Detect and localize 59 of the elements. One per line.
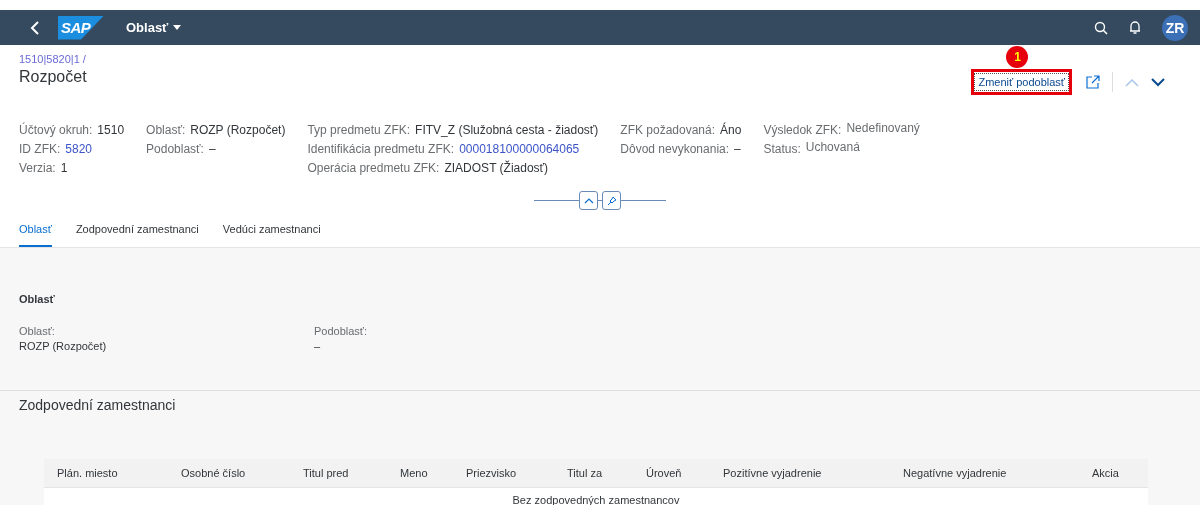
attribute-value: 1 xyxy=(60,161,68,175)
column-header: Priezvisko xyxy=(466,467,517,479)
attribute-value: ROZP (Rozpočet) xyxy=(190,123,286,137)
change-button[interactable]: Zmeniť podoblasť xyxy=(974,73,1069,91)
field-value: ROZP (Rozpočet) xyxy=(19,340,108,352)
attribute-label: Identifikácia predmetu ZFK: xyxy=(307,142,455,156)
attribute-label: Podoblasť: xyxy=(146,142,204,156)
collapse-header-button[interactable] xyxy=(579,191,598,210)
search-icon[interactable] xyxy=(1094,20,1108,35)
logo[interactable]: SAP xyxy=(58,15,104,40)
attribute-label: Typ predmetu ZFK: xyxy=(307,123,411,137)
attribute-value: 1510 xyxy=(97,123,125,137)
attribute-link[interactable]: 000018100000064065 xyxy=(459,142,580,156)
attribute-label: Operácia predmetu ZFK: xyxy=(307,161,440,175)
section-title: Zodpovední zamestnanci xyxy=(19,397,177,413)
pin-button[interactable] xyxy=(602,191,621,210)
breadcrumb-link[interactable]: 1510|5820|1 / xyxy=(19,53,87,65)
tab[interactable]: Vedúci zamestnanci xyxy=(222,215,321,247)
column-header: Meno xyxy=(400,467,428,479)
column-header: Úroveň xyxy=(646,467,682,479)
caret-icon[interactable] xyxy=(173,25,182,30)
back-icon[interactable] xyxy=(30,20,40,35)
attribute-status: Nedefinovaný xyxy=(846,121,920,135)
column-header: Plán. miesto xyxy=(57,467,118,479)
attribute-value: – xyxy=(734,142,741,156)
attribute-value: – xyxy=(208,142,216,156)
attribute-label: ZFK požadovaná: xyxy=(620,123,716,137)
chevron-down-icon[interactable] xyxy=(1151,77,1165,87)
page-title: Rozpočet xyxy=(19,68,87,86)
attribute-label: Oblasť: xyxy=(146,123,186,137)
attribute-link[interactable]: 5820 xyxy=(65,142,93,156)
column-header: Titul za xyxy=(567,467,603,479)
field-label: Podoblasť: xyxy=(314,325,369,337)
share-icon[interactable] xyxy=(1086,75,1100,89)
attribute-value: Áno xyxy=(720,123,742,137)
pin-icon xyxy=(606,195,617,206)
attribute-label: Výsledok ZFK: xyxy=(763,123,842,137)
attribute-value: ZIADOST (Žiadosť) xyxy=(444,161,549,175)
column-header: Titul pred xyxy=(303,467,349,479)
app-title[interactable]: Oblasť xyxy=(126,20,169,35)
attribute-label: Status: xyxy=(763,142,801,156)
avatar[interactable]: ZR xyxy=(1162,14,1188,41)
bell-icon[interactable] xyxy=(1128,20,1142,35)
attribute-status: Uchovaná xyxy=(805,140,860,154)
attribute-label: ID ZFK: xyxy=(19,142,61,156)
column-header: Osobné číslo xyxy=(181,467,246,479)
attribute-label: Účtový okruh: xyxy=(19,123,93,137)
attribute-value: FITV_Z (Služobná cesta - žiadosť) xyxy=(415,123,599,137)
column-header: Akcia xyxy=(1092,467,1119,479)
field-value: – xyxy=(314,340,322,352)
step-badge: 1 xyxy=(1006,46,1029,68)
attribute-label: Verzia: xyxy=(19,161,56,175)
tab[interactable]: Zodpovední zamestnanci xyxy=(75,215,199,247)
column-header: Pozitívne vyjadrenie xyxy=(723,467,822,479)
section-title: Oblasť xyxy=(19,293,56,305)
chevron-up-icon xyxy=(583,197,594,204)
attribute-label: Dôvod nevykonania: xyxy=(620,142,730,156)
column-header: Negatívne vyjadrenie xyxy=(903,467,1007,479)
field-label: Oblasť: xyxy=(19,325,56,337)
